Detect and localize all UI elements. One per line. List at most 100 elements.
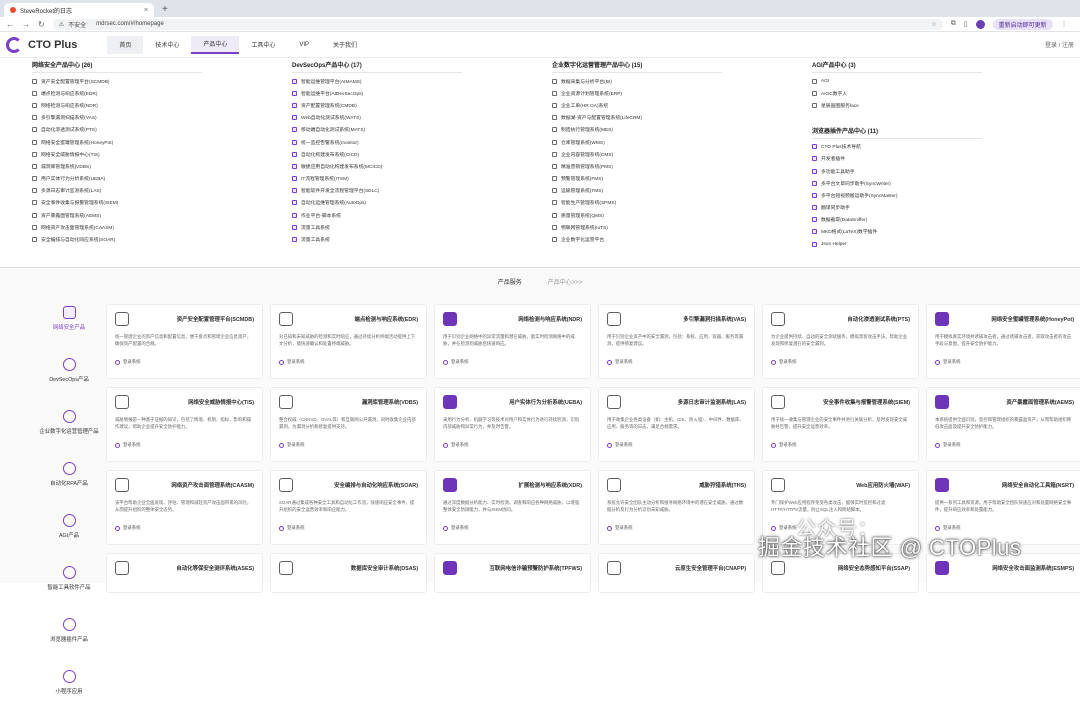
tab-services[interactable]: 产品服务 (498, 274, 522, 289)
menu-item[interactable]: 运输管理系统(TMS) (552, 185, 812, 197)
sidebar-category[interactable]: 企业数字化运营管理产品 (30, 410, 108, 462)
sidebar-category[interactable]: AGI产品 (30, 514, 108, 566)
menu-item[interactable]: 智能运维管理平台(AIMAMS) (292, 75, 552, 87)
service-card[interactable]: 数据库安全审计系统(DSAS) (270, 553, 427, 593)
menu-item[interactable]: 资产配置管理系统(CMDB) (292, 99, 552, 111)
service-card[interactable]: 网络安全威胁情报中心(TIS) 威胁情报是一种基于证据的知识，包括了情境、机制、指… (106, 387, 263, 462)
login-system-link[interactable]: 登录系统 (935, 359, 1074, 365)
menu-item[interactable]: 翻译同步助手 (812, 202, 1072, 214)
menu-item[interactable]: 流量工具系统 (292, 233, 552, 245)
menu-item[interactable]: 企业工单(HR OA)系统 (552, 99, 812, 111)
menu-item[interactable]: Json Helper (812, 238, 1072, 250)
service-card[interactable]: 互联网电信诈骗预警防护系统(TPFWS) (434, 553, 591, 593)
nav-tool-center[interactable]: 工具中心 (239, 36, 287, 54)
menu-item[interactable]: 移动端自动化测试系统(MATS) (292, 124, 552, 136)
sidepanel-icon[interactable]: ▯ (964, 20, 968, 28)
sidebar-category[interactable]: 网络安全产品 (30, 306, 108, 358)
menu-item[interactable]: 作业平台-脚本系统 (292, 209, 552, 221)
menu-item[interactable]: 开发者插件 (812, 153, 1072, 165)
login-register-link[interactable]: 登录 / 注册 (1045, 40, 1074, 49)
login-system-link[interactable]: 登录系统 (279, 525, 418, 531)
menu-item[interactable]: 统一监控告警系统(monitor) (292, 136, 552, 148)
menu-item[interactable]: 用户实体行为分析系统(UEBA) (32, 173, 292, 185)
menu-item[interactable]: 智能软件开发全流程管理平台(SDLC) (292, 185, 552, 197)
nav-product-center[interactable]: 产品中心 (191, 35, 240, 54)
service-card[interactable]: 自动化渗透测试系统(PTS) 为企业提供持续、自动的安全测试服务，模拟黑客攻击手法… (762, 304, 919, 379)
login-system-link[interactable]: 登录系统 (115, 525, 254, 531)
site-logo[interactable]: CTO Plus (6, 36, 77, 53)
service-card[interactable]: 多源日志审计监测系统(LAS) 用于收集企业各类设备（如：主机、IDS、防火墙）、… (598, 387, 755, 462)
nav-about[interactable]: 关于我们 (321, 36, 369, 54)
menu-item[interactable]: 企业资源计划管理系统(ERP) (552, 87, 812, 99)
reload-icon[interactable]: ↻ (38, 20, 45, 29)
menu-item[interactable]: 数据采集与分析平台(BI) (552, 75, 812, 87)
menu-item[interactable]: 多源日志审计监测系统(LAS) (32, 185, 292, 197)
menu-item[interactable]: 星辰画图服务face (812, 99, 1072, 111)
menu-item[interactable]: 网络资产攻击面管理系统(CAASM) (32, 221, 292, 233)
menu-item[interactable]: 多平台短视频搬运助手(SyncMaster) (812, 189, 1072, 201)
login-system-link[interactable]: 登录系统 (935, 442, 1074, 448)
service-card[interactable]: 网络检测与响应系统(NDR) 用于识别企业网络中的异常流量和潜在威胁，能实时检测网… (434, 304, 591, 379)
menu-item[interactable]: 多引擎漏洞扫描系统(VAS) (32, 112, 292, 124)
login-system-link[interactable]: 登录系统 (443, 442, 582, 448)
menu-item[interactable]: 智能生产管理系统(SPMS) (552, 197, 812, 209)
update-button[interactable]: 重新启动即可更新 (992, 18, 1053, 30)
menu-item[interactable]: 端点检测与响应系统(EDR) (32, 87, 292, 99)
menu-item[interactable]: 自动化构建发布系统(CICD) (292, 148, 552, 160)
bookmark-star-icon[interactable]: ☆ (931, 21, 936, 28)
menu-item[interactable]: 资产暴露面管理系统(AEMS) (32, 209, 292, 221)
menu-item[interactable]: 预警管理系统(FMS) (552, 173, 812, 185)
close-tab-icon[interactable]: × (144, 7, 148, 14)
menu-item[interactable]: 安全事件收集与报警管理系统(SIEM) (32, 197, 292, 209)
service-card[interactable]: 多引擎漏洞扫描系统(VAS) 用于识别企业资产中的安全漏洞，包括：系统、应用、容器… (598, 304, 755, 379)
menu-item[interactable]: 敏捷应用自动化构建发布系统(MCICD) (292, 160, 552, 172)
menu-item[interactable]: 安全编排与自动化响应系统(SOAR) (32, 233, 292, 245)
service-card[interactable]: 云原生安全管理平台(CNAPP) (598, 553, 755, 593)
sidebar-category[interactable]: 自动化RPA产品 (30, 462, 108, 514)
extensions-icon[interactable]: ⧉ (951, 20, 956, 28)
back-icon[interactable]: ← (6, 20, 14, 29)
menu-item[interactable]: 智能运维平台(AIDevSecOps) (292, 87, 552, 99)
menu-item[interactable]: CTO Plus技术导航 (812, 141, 1072, 153)
menu-item[interactable]: 企业内容管理系统(CMS) (552, 148, 812, 160)
menu-item[interactable]: 精准营销管理系统(PMS) (552, 160, 812, 172)
sidebar-category[interactable]: 小程序应用 (30, 670, 108, 722)
service-card[interactable]: 自动化等保安全测评系统(ASES) (106, 553, 263, 593)
tab-product-center-link[interactable]: 产品中心>>> (548, 274, 583, 289)
sidebar-category[interactable]: 智能工具软件产品 (30, 566, 108, 618)
login-system-link[interactable]: 登录系统 (771, 359, 910, 365)
service-card[interactable]: 网络资产攻击面管理系统(CAASM) 该平台帮助企业全面发现、评估、管理和减轻资产… (106, 470, 263, 545)
login-system-link[interactable]: 登录系统 (607, 359, 746, 365)
service-card[interactable]: 用户实体行为分析系统(UEBA) 采用行为分析、机器学习等技术对用户和实体行为进行… (434, 387, 591, 462)
service-card[interactable]: 资产安全配置管理平台(SCMDB) 统一管理企业的资产信息和配置信息，便于盘点和管… (106, 304, 263, 379)
menu-item[interactable]: 多平台文章同步助手(SyncWriter) (812, 177, 1072, 189)
menu-item[interactable]: 资产安全配置管理平台(SCMDB) (32, 75, 292, 87)
login-system-link[interactable]: 登录系统 (443, 525, 582, 531)
menu-item[interactable]: 仓库管理系统(WMS) (552, 136, 812, 148)
login-system-link[interactable]: 登录系统 (115, 359, 254, 365)
login-system-link[interactable]: 登录系统 (279, 442, 418, 448)
new-tab-button[interactable]: + (162, 3, 168, 17)
login-system-link[interactable]: 登录系统 (115, 442, 254, 448)
login-system-link[interactable]: 登录系统 (771, 442, 910, 448)
menu-item[interactable]: AGI (812, 75, 1072, 87)
menu-item[interactable]: MKD格式(LaTeX)数学插件 (812, 226, 1072, 238)
menu-item[interactable]: 多功能工具助手 (812, 165, 1072, 177)
nav-tech-center[interactable]: 技术中心 (143, 36, 191, 54)
service-card[interactable]: 漏洞库管理系统(VDBS) 整合权威（CNNVD、OVAL等）和互联网公开漏洞，同… (270, 387, 427, 462)
nav-home[interactable]: 首页 (107, 35, 144, 54)
service-card[interactable]: 扩展检测与响应系统(XDR) 通过深度数据分析能力、实时检测、调查和响应各种网络威… (434, 470, 591, 545)
profile-avatar[interactable] (975, 19, 985, 29)
menu-item[interactable]: 网络安全威胁情报中心(TIS) (32, 148, 292, 160)
login-system-link[interactable]: 登录系统 (443, 359, 582, 365)
service-card[interactable]: 威胁狩猎系统(THS) 系统允许安全团队主动分析和搜寻网络环境中的潜在安全威胁，通… (598, 470, 755, 545)
service-card[interactable]: 网络安全蜜罐管理系统(HoneyPot) 用于模拟真实环境并诱捕攻击者，通过诱捕攻… (926, 304, 1080, 379)
nav-vip[interactable]: VIP (287, 36, 321, 54)
url-field[interactable]: ⚠ 不安全 mdrsec.com/#/homepage ☆ (52, 18, 943, 30)
menu-item[interactable]: 物联网管理系统(IoTS) (552, 221, 812, 233)
sidebar-category[interactable]: 浏览器插件产品 (30, 618, 108, 670)
menu-item[interactable]: 数据截取(DataSniffer) (812, 214, 1072, 226)
menu-item[interactable]: 制造执行管理系统(MES) (552, 124, 812, 136)
forward-icon[interactable]: → (22, 20, 30, 29)
menu-item[interactable]: AIGC数字人 (812, 87, 1072, 99)
